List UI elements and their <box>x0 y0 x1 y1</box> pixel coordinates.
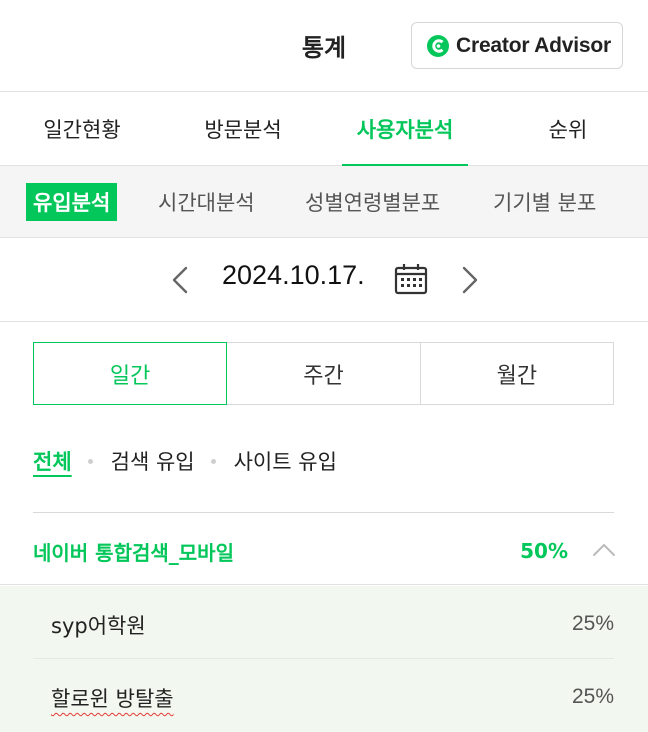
header: 통계 Creator Advisor <box>0 0 648 92</box>
keyword-row[interactable]: syp어학원 25% <box>33 586 614 659</box>
creator-advisor-label: Creator Advisor <box>456 33 611 57</box>
keyword-list: syp어학원 25% 할로윈 방탈출 25% <box>0 586 648 732</box>
current-date: 2024.10.17. <box>222 260 365 290</box>
source-group-label: 네이버 통합검색_모바일 <box>33 541 234 565</box>
tab-daily-overview[interactable]: 일간현황 <box>22 92 142 166</box>
creator-advisor-button[interactable]: Creator Advisor <box>411 22 623 69</box>
subtab-device[interactable]: 기기별 분포 <box>493 166 596 237</box>
keyword-percent: 25% <box>571 685 614 708</box>
subtab-label: 유입분석 <box>26 183 118 221</box>
main-tabs: 일간현황 방문분석 사용자분석 순위 <box>0 92 648 167</box>
separator-dot <box>210 458 216 464</box>
subtab-time-analysis[interactable]: 시간대분석 <box>158 166 255 237</box>
date-nav: 2024.10.17. <box>0 238 648 322</box>
period-selector: 일간 주간 월간 <box>33 342 614 405</box>
sub-tabs: 유입분석 시간대분석 성별연령별분포 기기별 분포 <box>0 166 648 238</box>
chevron-right-icon[interactable] <box>452 264 484 296</box>
keyword-label: 할로윈 방탈출 <box>51 687 174 711</box>
subtab-gender-age[interactable]: 성별연령별분포 <box>305 166 440 237</box>
period-daily-button[interactable]: 일간 <box>33 342 228 405</box>
tab-visit-analysis[interactable]: 방문분석 <box>183 92 303 166</box>
inflow-filter: 전체 검색 유입 사이트 유입 <box>33 443 337 479</box>
period-weekly-button[interactable]: 주간 <box>226 342 421 405</box>
tab-ranking[interactable]: 순위 <box>526 92 610 166</box>
chevron-left-icon[interactable] <box>166 264 198 296</box>
filter-site-inflow[interactable]: 사이트 유입 <box>234 446 337 476</box>
keyword-row[interactable]: 할로윈 방탈출 25% <box>33 659 614 732</box>
keyword-label: syp어학원 <box>51 614 146 638</box>
filter-all[interactable]: 전체 <box>33 446 72 476</box>
keyword-percent: 25% <box>571 612 614 635</box>
filter-search-inflow[interactable]: 검색 유입 <box>111 446 195 476</box>
calendar-icon[interactable] <box>394 263 428 295</box>
subtab-inflow-analysis[interactable]: 유입분석 <box>26 166 118 237</box>
period-monthly-button[interactable]: 월간 <box>419 342 614 405</box>
source-group-percent: 50% <box>520 539 568 563</box>
separator-dot <box>87 458 93 464</box>
tab-user-analysis[interactable]: 사용자분석 <box>342 92 468 167</box>
chevron-up-icon[interactable] <box>592 543 616 557</box>
source-group-row[interactable]: 네이버 통합검색_모바일 50% <box>0 513 648 585</box>
creator-advisor-logo-icon <box>427 34 449 57</box>
